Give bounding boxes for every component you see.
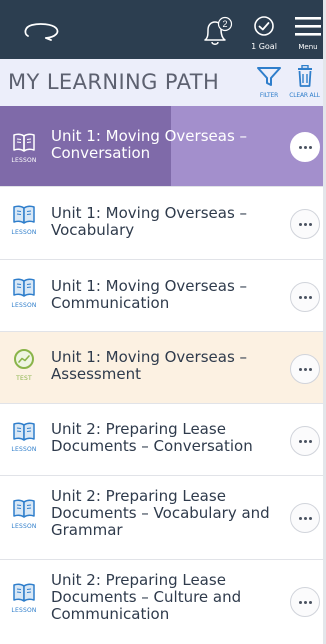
open-book-icon	[13, 278, 35, 297]
item-title: Unit 1: Moving Overseas – Communication	[51, 277, 248, 312]
more-dots-icon	[299, 440, 313, 443]
filter-funnel-icon	[257, 67, 281, 86]
item-title: Unit 2: Preparing Lease Documents – Conv…	[51, 420, 253, 455]
item-type-icon: LESSON	[4, 582, 44, 614]
item-type-icon: TEST	[4, 348, 44, 382]
notifications-button[interactable]: 2	[200, 16, 234, 48]
bell-icon: 2	[204, 16, 233, 45]
more-dots-icon	[299, 517, 313, 520]
checkmark-circle-icon	[254, 16, 274, 36]
goal-label: 1 Goal	[251, 42, 277, 51]
more-dots-icon	[299, 146, 313, 149]
more-dots-icon	[299, 296, 313, 299]
learning-path-item-selected[interactable]: LESSON Unit 1: Moving Overseas – Convers…	[0, 106, 323, 187]
open-book-icon	[13, 205, 35, 224]
item-type-label: TEST	[16, 375, 32, 382]
learning-path-item[interactable]: LESSON Unit 2: Preparing Lease Documents…	[0, 560, 323, 644]
item-type-icon: LESSON	[4, 132, 44, 164]
item-title: Unit 1: Moving Overseas – Conversation	[51, 127, 248, 162]
more-options-button[interactable]	[290, 132, 320, 162]
learning-path-item[interactable]: LESSON Unit 1: Moving Overseas – Vocabul…	[0, 187, 323, 260]
top-app-bar: 2 1 Goal Menu	[0, 0, 323, 59]
learning-path-item[interactable]: LESSON Unit 1: Moving Overseas – Communi…	[0, 260, 323, 332]
more-options-button[interactable]	[290, 354, 320, 384]
more-options-button[interactable]	[290, 209, 320, 239]
more-dots-icon	[299, 601, 313, 604]
open-book-icon	[13, 422, 35, 441]
learning-path-item[interactable]: LESSON Unit 2: Preparing Lease Documents…	[0, 404, 323, 476]
item-title: Unit 2: Preparing Lease Documents – Cult…	[51, 571, 242, 623]
filter-label: FILTER	[259, 92, 279, 99]
notification-count-badge: 2	[222, 19, 227, 29]
open-book-icon	[13, 583, 35, 602]
item-type-label: LESSON	[11, 302, 37, 309]
more-dots-icon	[299, 223, 313, 226]
menu-button[interactable]: Menu	[293, 14, 323, 56]
more-options-button[interactable]	[290, 587, 320, 617]
open-book-icon	[13, 133, 35, 152]
item-type-label: LESSON	[11, 607, 37, 614]
more-dots-icon	[299, 368, 313, 371]
menu-label: Menu	[298, 43, 318, 51]
learning-path-item-test[interactable]: TEST Unit 1: Moving Overseas – Assessmen…	[0, 332, 323, 404]
app-logo-icon[interactable]	[22, 19, 62, 43]
item-type-label: LESSON	[11, 523, 37, 530]
learning-path-header: MY LEARNING PATH FILTER CLEAR ALL	[0, 59, 323, 106]
learning-path-item[interactable]: LESSON Unit 2: Preparing Lease Documents…	[0, 476, 323, 560]
goal-button[interactable]: 1 Goal	[249, 15, 279, 55]
hamburger-menu-icon	[295, 17, 321, 36]
item-title: Unit 1: Moving Overseas – Vocabulary	[51, 204, 248, 239]
item-type-label: LESSON	[11, 157, 37, 164]
test-chart-icon	[14, 349, 34, 369]
item-title: Unit 2: Preparing Lease Documents – Voca…	[51, 487, 270, 539]
clear-all-label: CLEAR ALL	[289, 92, 320, 99]
filter-button[interactable]: FILTER	[253, 65, 285, 99]
item-type-icon: LESSON	[4, 498, 44, 530]
more-options-button[interactable]	[290, 282, 320, 312]
item-type-icon: LESSON	[4, 277, 44, 309]
clear-all-button[interactable]: CLEAR ALL	[286, 64, 323, 99]
item-type-label: LESSON	[11, 446, 37, 453]
more-options-button[interactable]	[290, 426, 320, 456]
page-title: MY LEARNING PATH	[8, 70, 220, 94]
open-book-icon	[13, 499, 35, 518]
more-options-button[interactable]	[290, 503, 320, 533]
item-title: Unit 1: Moving Overseas – Assessment	[51, 348, 248, 383]
item-type-icon: LESSON	[4, 421, 44, 453]
item-type-icon: LESSON	[4, 204, 44, 236]
trash-icon	[297, 64, 312, 87]
item-type-label: LESSON	[11, 229, 37, 236]
